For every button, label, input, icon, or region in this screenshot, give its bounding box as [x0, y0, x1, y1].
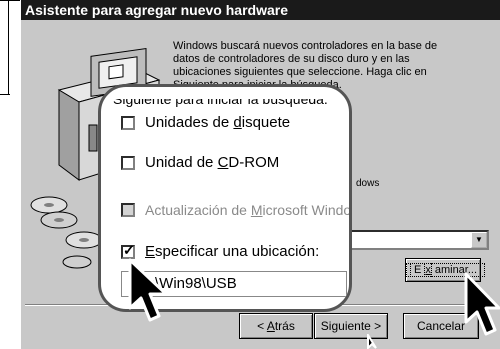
mouse-cursor-icon — [367, 334, 377, 349]
dropdown-arrow-icon[interactable]: ▼ — [471, 232, 487, 248]
partial-windows-text: dows — [356, 178, 380, 189]
left-frame-top-line — [0, 0, 20, 1]
cdrom-checkbox[interactable] — [121, 155, 135, 170]
left-frame-bottom-line — [0, 94, 10, 95]
callout-partial-heading: Siguiente para iniciar la búsqueda. — [113, 91, 328, 107]
dialog-title: Asistente para agregar nuevo hardware — [21, 0, 500, 20]
microsoft-update-checkbox — [121, 203, 135, 217]
floppy-checkbox[interactable] — [121, 115, 135, 130]
cdrom-label: Unidad de CD-ROM — [145, 154, 280, 171]
cd-disc-icon — [30, 196, 103, 269]
back-button[interactable]: < Atrás — [239, 313, 313, 339]
location-checkbox[interactable]: ✓ — [121, 241, 135, 259]
floppy-label: Unidades de disquete — [145, 114, 291, 131]
checkmark-icon: ✓ — [123, 241, 135, 258]
mouse-cursor-icon — [128, 258, 168, 322]
mouse-cursor-icon — [464, 272, 500, 336]
option-cdrom[interactable]: Unidad de CD-ROM — [121, 154, 279, 171]
microsoft-update-label: Actualización de Microsoft Windows — [145, 202, 352, 218]
left-frame-vertical-line — [8, 0, 9, 94]
option-microsoft-update: Actualización de Microsoft Windows — [121, 202, 352, 218]
option-floppy[interactable]: Unidades de disquete — [121, 114, 290, 131]
location-label: Especificar una ubicación: — [145, 243, 320, 260]
